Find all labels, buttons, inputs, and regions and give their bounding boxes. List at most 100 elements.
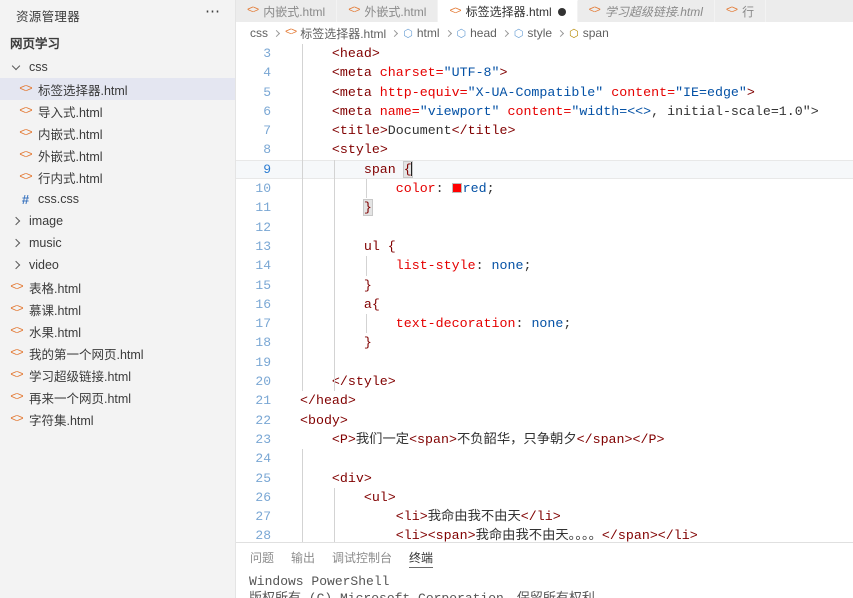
code-line[interactable]: 24 (236, 449, 853, 468)
file-tree-item[interactable]: css (0, 56, 235, 78)
line-number: 28 (255, 528, 271, 542)
code-line[interactable]: 6 <meta name="viewport" content="width=<… (236, 102, 853, 121)
breadcrumb-item[interactable]: css (250, 26, 268, 40)
breadcrumb-item[interactable]: ⬡ span (569, 26, 609, 40)
code-line[interactable]: 3 <head> (236, 44, 853, 63)
workspace-root-label[interactable]: 网页学习 (0, 30, 235, 54)
line-number: 15 (255, 277, 271, 293)
file-tree-item[interactable]: <> 外嵌式.html (0, 144, 235, 166)
editor-tab-bar: <> 内嵌式.html <> 外嵌式.html <> 标签选择器.html <> 学习超级链接… (236, 0, 853, 22)
code-line[interactable]: 15 } (236, 276, 853, 295)
editor-tab-label: 内嵌式.html (263, 4, 326, 19)
file-tree-item[interactable]: <> 慕课.html (0, 298, 235, 320)
code-line[interactable]: 7 <title>Document</title> (236, 121, 853, 140)
file-tree-item[interactable]: <> 字符集.html (0, 408, 235, 430)
file-tree-item[interactable]: <> 导入式.html (0, 100, 235, 122)
code-line[interactable]: 28 <li><span>我命由我不由天。。。。</span></li> (236, 526, 853, 542)
file-tree-item[interactable]: <> 我的第一个网页.html (0, 342, 235, 364)
code-line[interactable]: 18 } (236, 333, 853, 352)
file-tree-item[interactable]: <> 行内式.html (0, 166, 235, 188)
code-line[interactable]: 22 <body> (236, 411, 853, 430)
code-text: <style> (331, 142, 388, 158)
code-text: text-decoration: none; (395, 316, 572, 332)
html-file-icon: <> (10, 280, 23, 294)
file-tree-item[interactable]: <> 内嵌式.html (0, 122, 235, 144)
code-line[interactable]: 27 <li>我命由我不由天</li> (236, 507, 853, 526)
code-line[interactable]: 19 (236, 353, 853, 372)
code-line[interactable]: 5 <meta http-equiv="X-UA-Compatible" con… (236, 83, 853, 102)
panel-tab[interactable]: 终端 (409, 543, 434, 571)
code-line[interactable]: 8 <style> (236, 140, 853, 159)
file-tree-item[interactable]: <> 水果.html (0, 320, 235, 342)
file-tree-item[interactable]: <> 学习超级链接.html (0, 364, 235, 386)
color-swatch-icon[interactable] (451, 183, 462, 194)
code-line[interactable]: 26 <ul> (236, 488, 853, 507)
breadcrumb-item[interactable]: <> 标签选择器.html (285, 25, 386, 42)
editor-tab[interactable]: <> 标签选择器.html (438, 0, 578, 22)
line-number: 18 (255, 335, 271, 351)
panel-tab[interactable]: 调试控制台 (332, 543, 392, 571)
file-tree-item[interactable]: <> 再来一个网页.html (0, 386, 235, 408)
terminal-line: Windows PowerShell (249, 574, 390, 589)
terminal-output[interactable]: Windows PowerShell版权所有 (C) Microsoft Cor… (236, 571, 853, 598)
code-line[interactable]: 10 color: red; (236, 179, 853, 198)
editor-tab[interactable]: <> 外嵌式.html (337, 0, 439, 22)
html-file-icon: <> (19, 148, 32, 162)
code-text: <title>Document</title> (331, 123, 516, 139)
line-number: 9 (263, 161, 271, 177)
line-number: 27 (255, 509, 271, 525)
file-tree-item-label: 慕课.html (29, 303, 82, 318)
editor-tab[interactable]: <> 内嵌式.html (236, 0, 338, 22)
breadcrumb-item[interactable]: ⬡ html (403, 26, 439, 40)
file-tree-item-label: 字符集.html (29, 413, 94, 428)
chevron-right-icon (8, 260, 25, 270)
line-number: 8 (263, 142, 271, 158)
unsaved-indicator-icon[interactable] (557, 7, 566, 16)
html-file-icon: <> (10, 390, 23, 404)
chevron-right-icon (8, 216, 25, 226)
file-tree-item-label: 外嵌式.html (38, 149, 103, 164)
breadcrumb-item[interactable]: ⬡ head (457, 26, 497, 40)
more-actions-icon[interactable]: ⋯ (197, 4, 229, 22)
file-tree-item[interactable]: <> 表格.html (0, 276, 235, 298)
breadcrumb-item[interactable]: ⬡ style (514, 26, 552, 40)
code-line[interactable]: 14 list-style: none; (236, 256, 853, 275)
editor-tab[interactable]: <> 行 (714, 0, 767, 22)
file-tree-item-label: 标签选择器.html (38, 83, 128, 98)
code-line[interactable]: 4 <meta charset="UTF-8"> (236, 63, 853, 82)
file-tree-item[interactable]: music (0, 232, 235, 254)
code-lines[interactable]: 3 <head> 4 <meta charset="UTF-8"> 5 <meta … (236, 44, 853, 542)
code-editor[interactable]: 3 <head> 4 <meta charset="UTF-8"> 5 <meta … (236, 44, 853, 542)
html-file-icon: <> (10, 368, 23, 382)
code-text: </style> (331, 374, 396, 390)
code-line[interactable]: 9 span { (236, 159, 853, 180)
line-number: 6 (263, 103, 271, 119)
code-text: } (362, 199, 373, 217)
file-tree-item[interactable]: <> 标签选择器.html (0, 78, 235, 100)
code-line[interactable]: 13 ul { (236, 237, 853, 256)
code-line[interactable]: 25 <div> (236, 469, 853, 488)
code-line[interactable]: 23 <P>我们一定<span>不负韶华，只争朝夕</span></P> (236, 430, 853, 449)
line-number: 20 (255, 374, 271, 390)
code-line[interactable]: 17 text-decoration: none; (236, 314, 853, 333)
line-number: 23 (255, 431, 271, 447)
panel-tab[interactable]: 问题 (250, 543, 274, 571)
file-tree-item[interactable]: # css.css (0, 188, 235, 210)
line-number: 12 (255, 219, 271, 235)
code-line[interactable]: 20 </style> (236, 372, 853, 391)
panel-tab[interactable]: 输出 (291, 543, 315, 571)
code-line[interactable]: 12 (236, 218, 853, 237)
code-text: ul { (300, 238, 396, 254)
code-line[interactable]: 21 </head> (236, 391, 853, 410)
editor-tab[interactable]: <> 学习超级链接.html (577, 0, 715, 22)
file-tree-item[interactable]: video (0, 254, 235, 276)
indent-guide (302, 449, 303, 542)
editor-tab-label: 外嵌式.html (364, 4, 427, 19)
line-number: 3 (263, 46, 271, 61)
file-tree-item-label: 表格.html (29, 281, 82, 296)
html-file-icon: <> (10, 324, 23, 338)
symbol-tag-icon: ⬡ (569, 27, 579, 40)
code-line[interactable]: 11 } (236, 198, 853, 217)
code-line[interactable]: 16 a{ (236, 295, 853, 314)
file-tree-item[interactable]: image (0, 210, 235, 232)
